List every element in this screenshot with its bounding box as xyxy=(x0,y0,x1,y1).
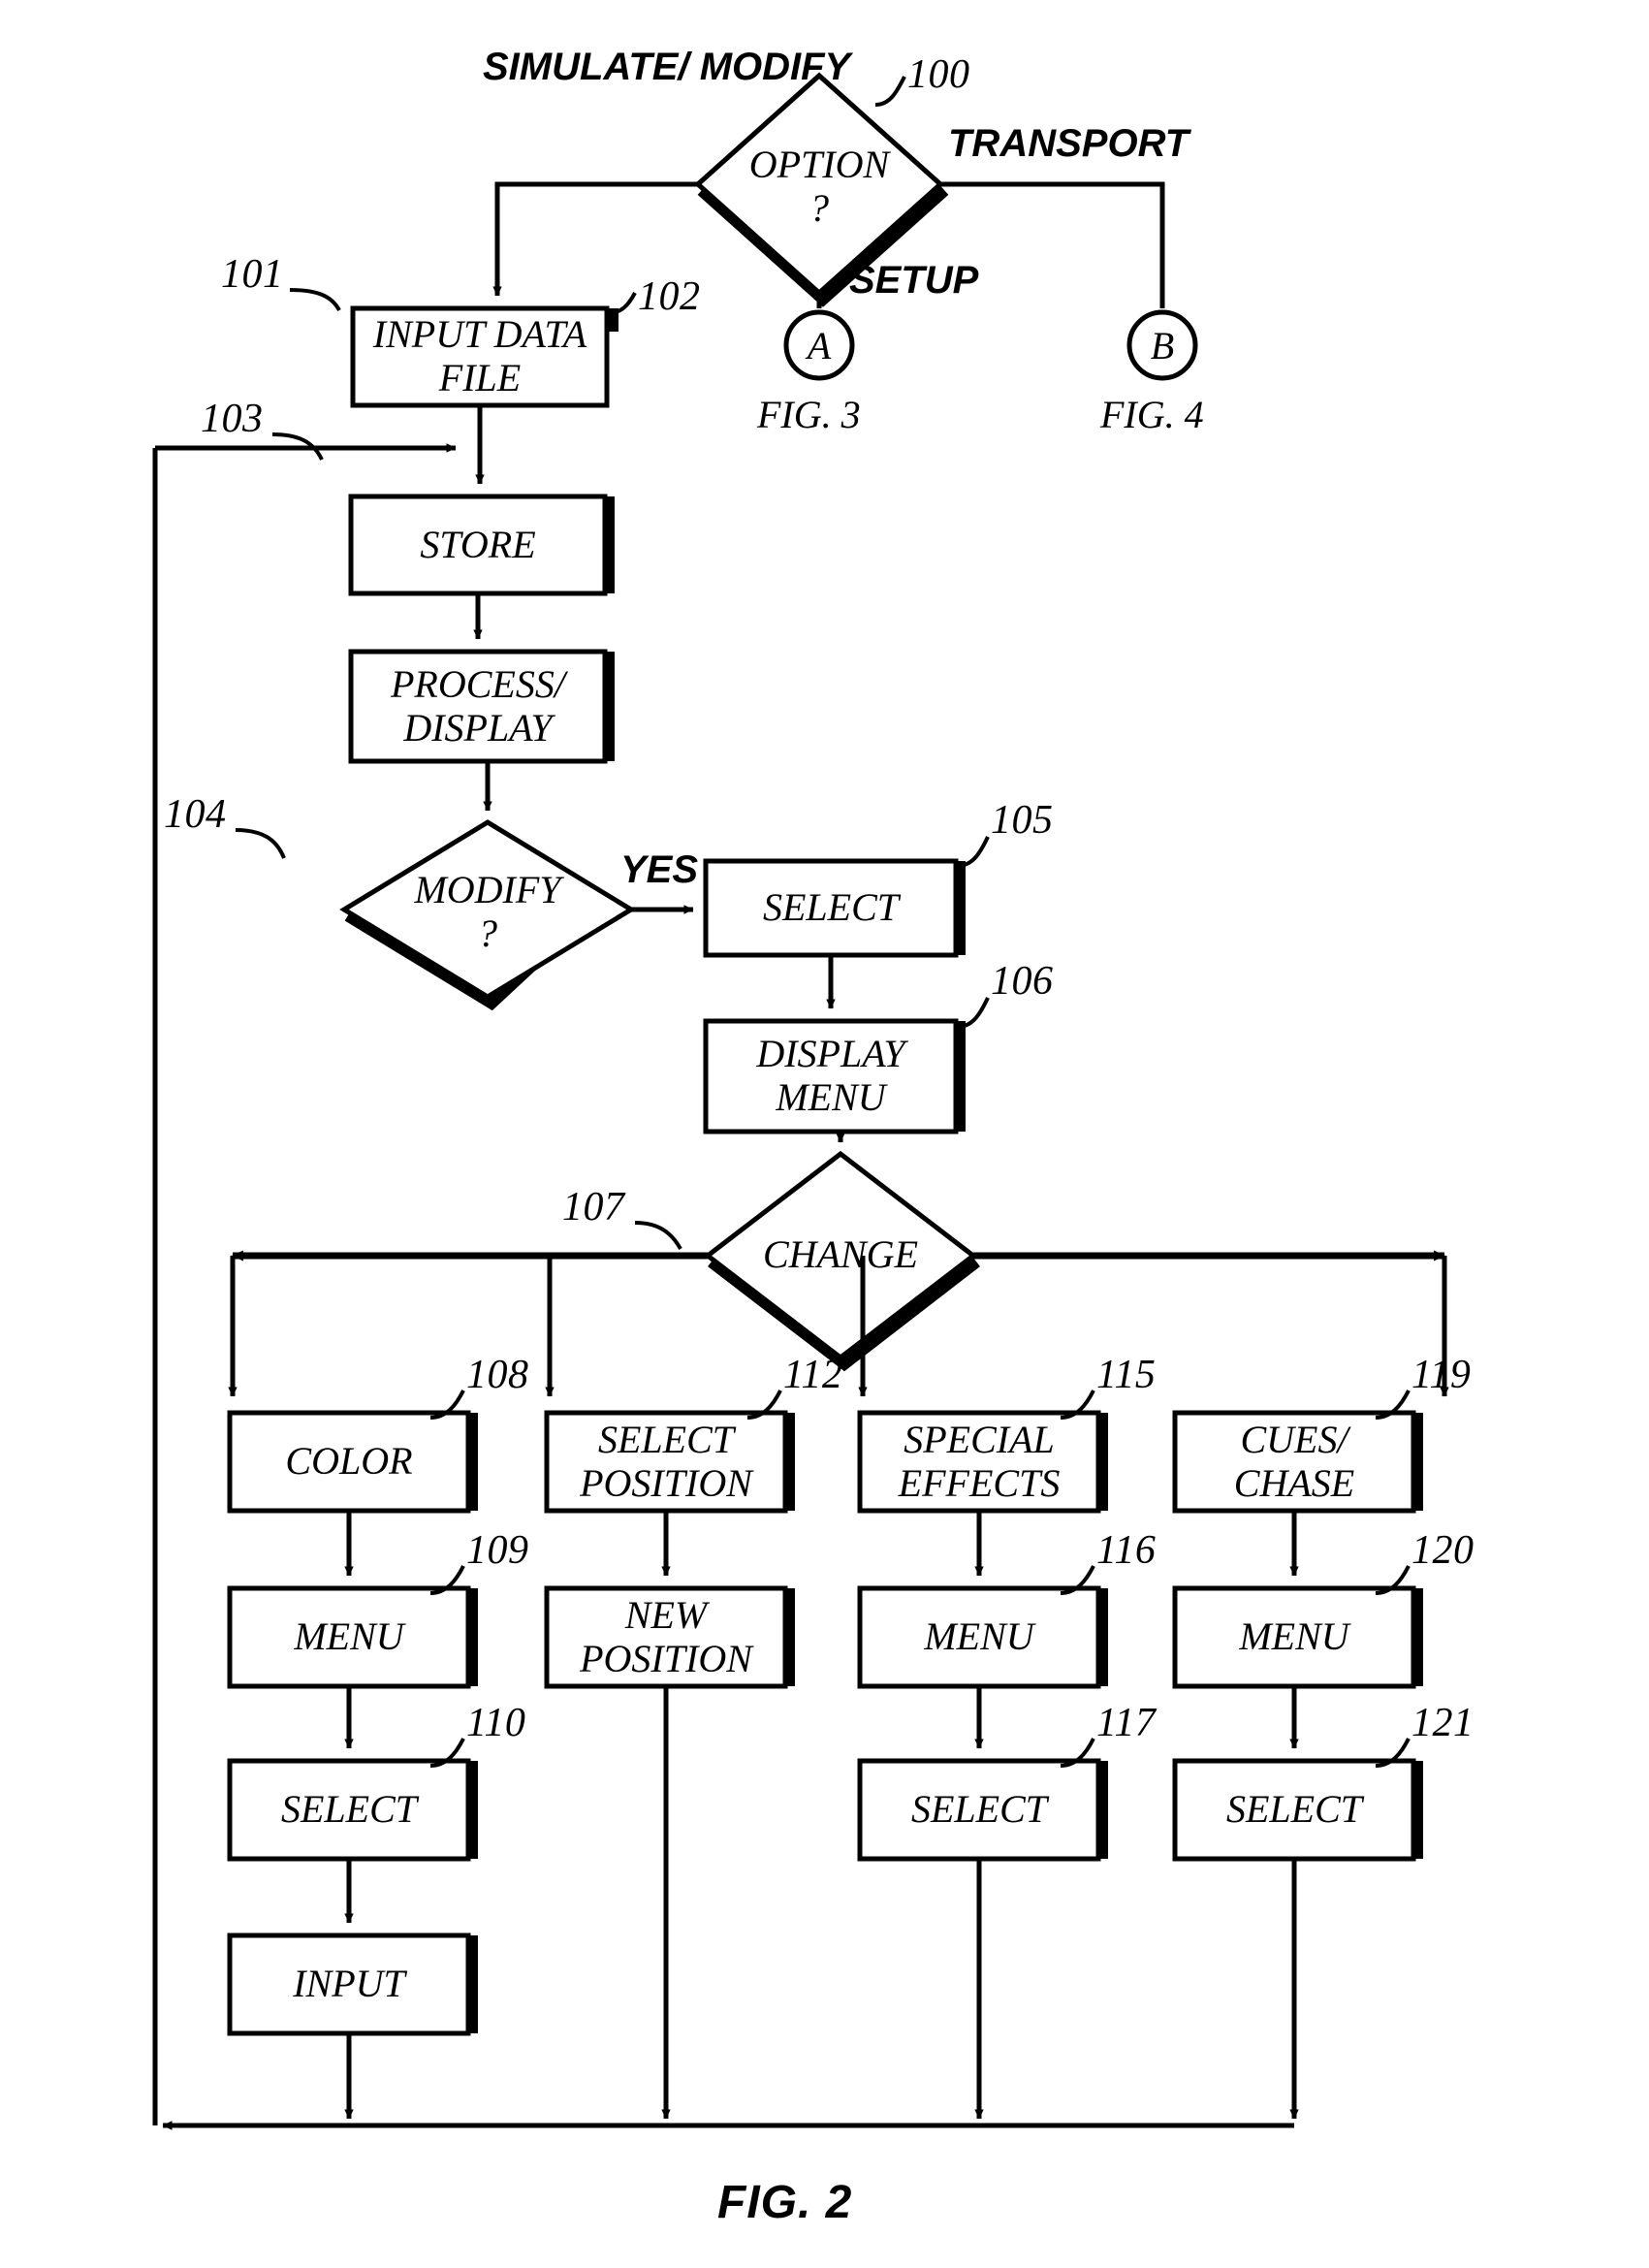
connector-figref-b: FIG. 4 xyxy=(1100,393,1204,436)
decision-modify xyxy=(339,819,636,1011)
box-display-menu xyxy=(703,1018,959,1134)
box-new-position xyxy=(544,1585,788,1689)
box-select-110 xyxy=(227,1758,471,1862)
ref-number-104: 104 xyxy=(164,792,227,837)
ref-number-107: 107 xyxy=(562,1185,625,1230)
ref-number-116: 116 xyxy=(1096,1528,1157,1573)
ref-number-106: 106 xyxy=(991,959,1054,1004)
box-menu-116 xyxy=(857,1585,1101,1689)
ref-number-117: 117 xyxy=(1096,1701,1157,1745)
ref-number-101: 101 xyxy=(221,252,284,297)
connector-figref-a: FIG. 3 xyxy=(757,393,861,436)
edge-label-transport: TRANSPORT xyxy=(948,122,1189,165)
ref-number-119: 119 xyxy=(1411,1353,1472,1397)
ref-number-102: 102 xyxy=(638,274,701,319)
box-menu-120 xyxy=(1172,1585,1416,1689)
box-special-effects xyxy=(857,1410,1101,1514)
leader-101 xyxy=(289,288,341,312)
figure-caption: FIG. 2 xyxy=(717,2177,853,2228)
edge-process-to-modify xyxy=(478,758,492,812)
leader-100 xyxy=(874,76,906,107)
ref-number-109: 109 xyxy=(466,1528,529,1573)
box-select-105 xyxy=(703,858,959,958)
leader-104 xyxy=(235,828,286,859)
box-select-121 xyxy=(1172,1758,1416,1862)
box-select-position xyxy=(544,1410,788,1514)
ref-number-105: 105 xyxy=(991,798,1054,843)
box-input-data-file xyxy=(350,305,610,408)
connector-letter-a: A xyxy=(807,323,832,367)
edge-label-simulate-modify: SIMULATE/ MODIFY xyxy=(483,46,851,88)
box-color xyxy=(227,1410,471,1514)
leader-107 xyxy=(634,1221,682,1251)
ref-number-100: 100 xyxy=(907,52,970,97)
connector-letter-b: B xyxy=(1150,323,1175,367)
edge-label-setup: SETUP xyxy=(849,259,979,302)
ref-number-103: 103 xyxy=(201,397,264,441)
box-select-117 xyxy=(857,1758,1101,1862)
ref-number-112: 112 xyxy=(783,1353,843,1397)
decision-change xyxy=(703,1150,980,1372)
ref-number-121: 121 xyxy=(1411,1701,1475,1745)
edge-label-yes: YES xyxy=(620,848,699,891)
ref-number-115: 115 xyxy=(1096,1353,1157,1397)
ref-number-108: 108 xyxy=(466,1353,529,1397)
box-cues-chase xyxy=(1172,1410,1416,1514)
ref-number-120: 120 xyxy=(1411,1528,1475,1573)
box-process-display xyxy=(348,649,608,764)
box-menu-109 xyxy=(227,1585,471,1689)
ref-number-110: 110 xyxy=(466,1701,526,1745)
flowchart-figure: OPTION ? MODIFY ? CHANGE INPUT DATA FILE… xyxy=(0,0,1649,2268)
box-store xyxy=(348,494,608,596)
box-input-111 xyxy=(227,1933,471,2036)
edge-display-menu-to-change xyxy=(831,1129,845,1143)
